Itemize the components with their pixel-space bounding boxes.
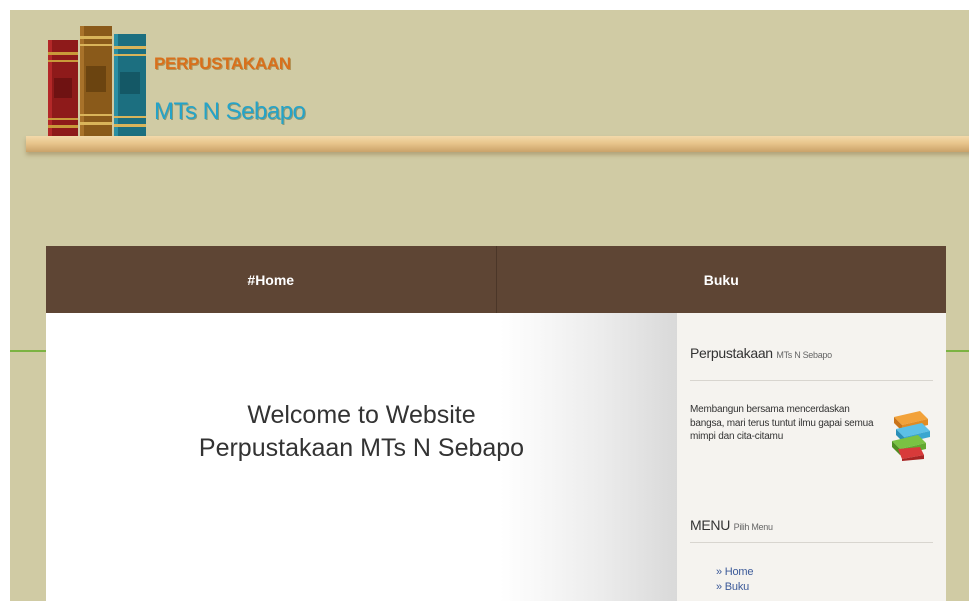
sidebar-menu-item-home[interactable]: » Home [716,565,754,580]
sidebar: Perpustakaan MTs N Sebapo Membangun bers… [677,313,946,601]
sidebar-motto: Membangun bersama mencerdaskan bangsa, m… [690,404,874,442]
sidebar-divider [690,380,933,381]
sidebar-menu-item-buku[interactable]: » Buku [716,580,753,595]
welcome-heading: Welcome to Website Perpustakaan MTs N Se… [46,399,677,464]
nav-home[interactable]: #Home [46,246,496,313]
site-subtitle: MTs N Sebapo [154,98,306,125]
sidebar-menu-title: MENU Pilih Menu [690,517,773,533]
main-content: Welcome to Website Perpustakaan MTs N Se… [46,313,677,601]
page: PERPUSTAKAAN MTs N Sebapo #Home Buku Wel… [10,10,969,601]
welcome-line-1: Welcome to Website [247,401,476,429]
sidebar-menu-list: » Home » Buku [716,565,754,595]
nav-buku[interactable]: Buku [495,246,947,313]
sidebar-menu-title-sub: Pilih Menu [733,522,773,532]
welcome-line-2: Perpustakaan MTs N Sebapo [198,433,525,462]
sidebar-menu-divider [690,542,933,543]
sidebar-widget-title-main: Perpustakaan [690,345,773,361]
sidebar-menu-title-main: MENU [690,517,731,533]
shelf-divider [26,136,969,152]
left-accent-line [10,350,46,352]
books-stack-icon [892,411,930,461]
main-nav: #Home Buku [46,246,946,313]
right-accent-line [946,350,969,352]
site-title: PERPUSTAKAAN [154,54,291,73]
sidebar-widget-title-sub: MTs N Sebapo [776,350,832,360]
sidebar-widget-title: Perpustakaan MTs N Sebapo [690,345,832,361]
books-logo-icon [48,26,146,144]
